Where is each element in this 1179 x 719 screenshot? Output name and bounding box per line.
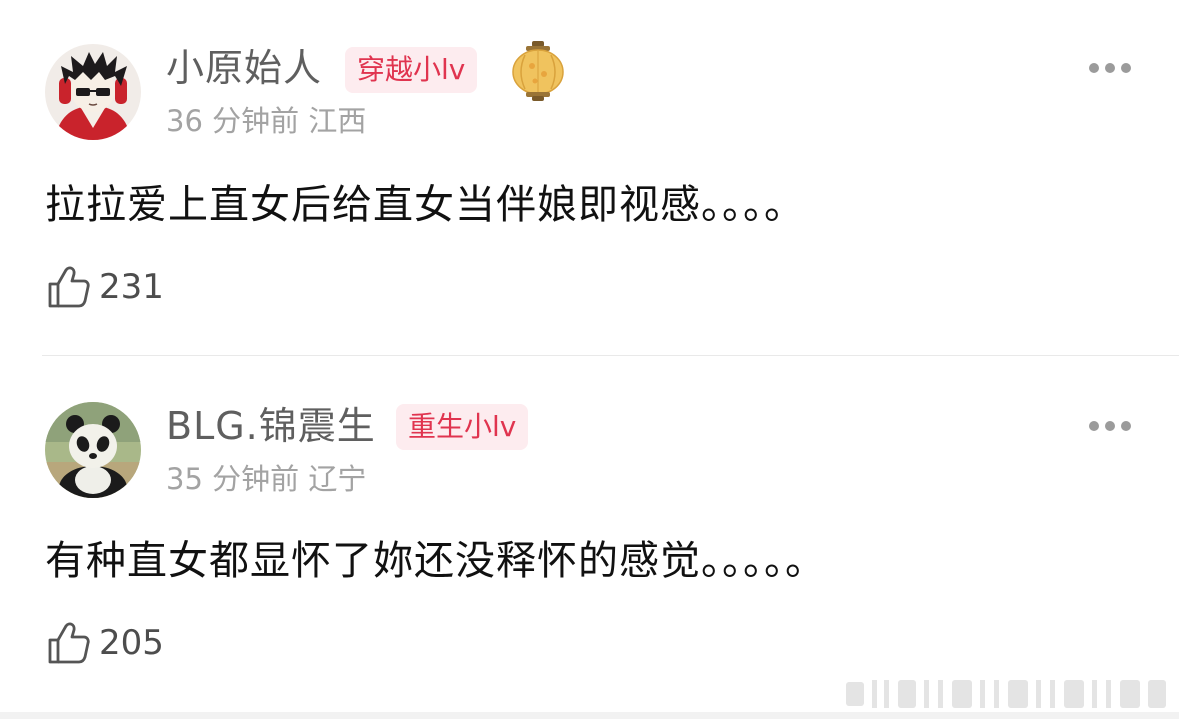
level-badge[interactable]: 穿越小lv	[345, 47, 478, 93]
comment-item: 小原始人 穿越小lv 36 分钟前 江西 拉拉爱上直女后给直女当伴娘即视感。。。…	[0, 0, 1179, 356]
like-button[interactable]: 231	[45, 264, 164, 310]
bottom-bar	[0, 712, 1179, 719]
comment-meta: 36 分钟前 江西	[166, 103, 366, 139]
like-count: 205	[99, 623, 164, 663]
thumbs-up-icon	[48, 622, 90, 664]
panda-avatar-image	[45, 402, 141, 498]
comment-text: 有种直女都显怀了妳还没释怀的感觉。。。。。	[45, 538, 826, 584]
username[interactable]: BLG.锦震生	[166, 402, 376, 450]
comment-item: BLG.锦震生 重生小lv 35 分钟前 辽宁 有种直女都显怀了妳还没释怀的感觉…	[0, 357, 1179, 719]
comment-time: 36 分钟前	[166, 104, 300, 138]
comment-text: 拉拉爱上直女后给直女当伴娘即视感。。。。	[45, 182, 805, 228]
comment-time: 35 分钟前	[166, 462, 300, 496]
lantern-icon	[511, 41, 565, 101]
thumbs-up-icon	[48, 266, 90, 308]
like-button[interactable]: 205	[45, 620, 164, 666]
comment-location: 江西	[308, 104, 367, 138]
avatar[interactable]	[45, 402, 141, 498]
comment-location: 辽宁	[308, 462, 367, 496]
watermark	[844, 676, 1170, 710]
like-count: 231	[99, 267, 164, 307]
comment-divider	[42, 355, 1179, 356]
level-badge[interactable]: 重生小lv	[396, 404, 529, 450]
comment-meta: 35 分钟前 辽宁	[166, 461, 366, 497]
username[interactable]: 小原始人	[166, 44, 322, 92]
cartoon-avatar-image	[45, 44, 141, 140]
more-icon[interactable]	[1086, 60, 1134, 76]
avatar[interactable]	[45, 44, 141, 140]
more-icon[interactable]	[1086, 418, 1134, 434]
